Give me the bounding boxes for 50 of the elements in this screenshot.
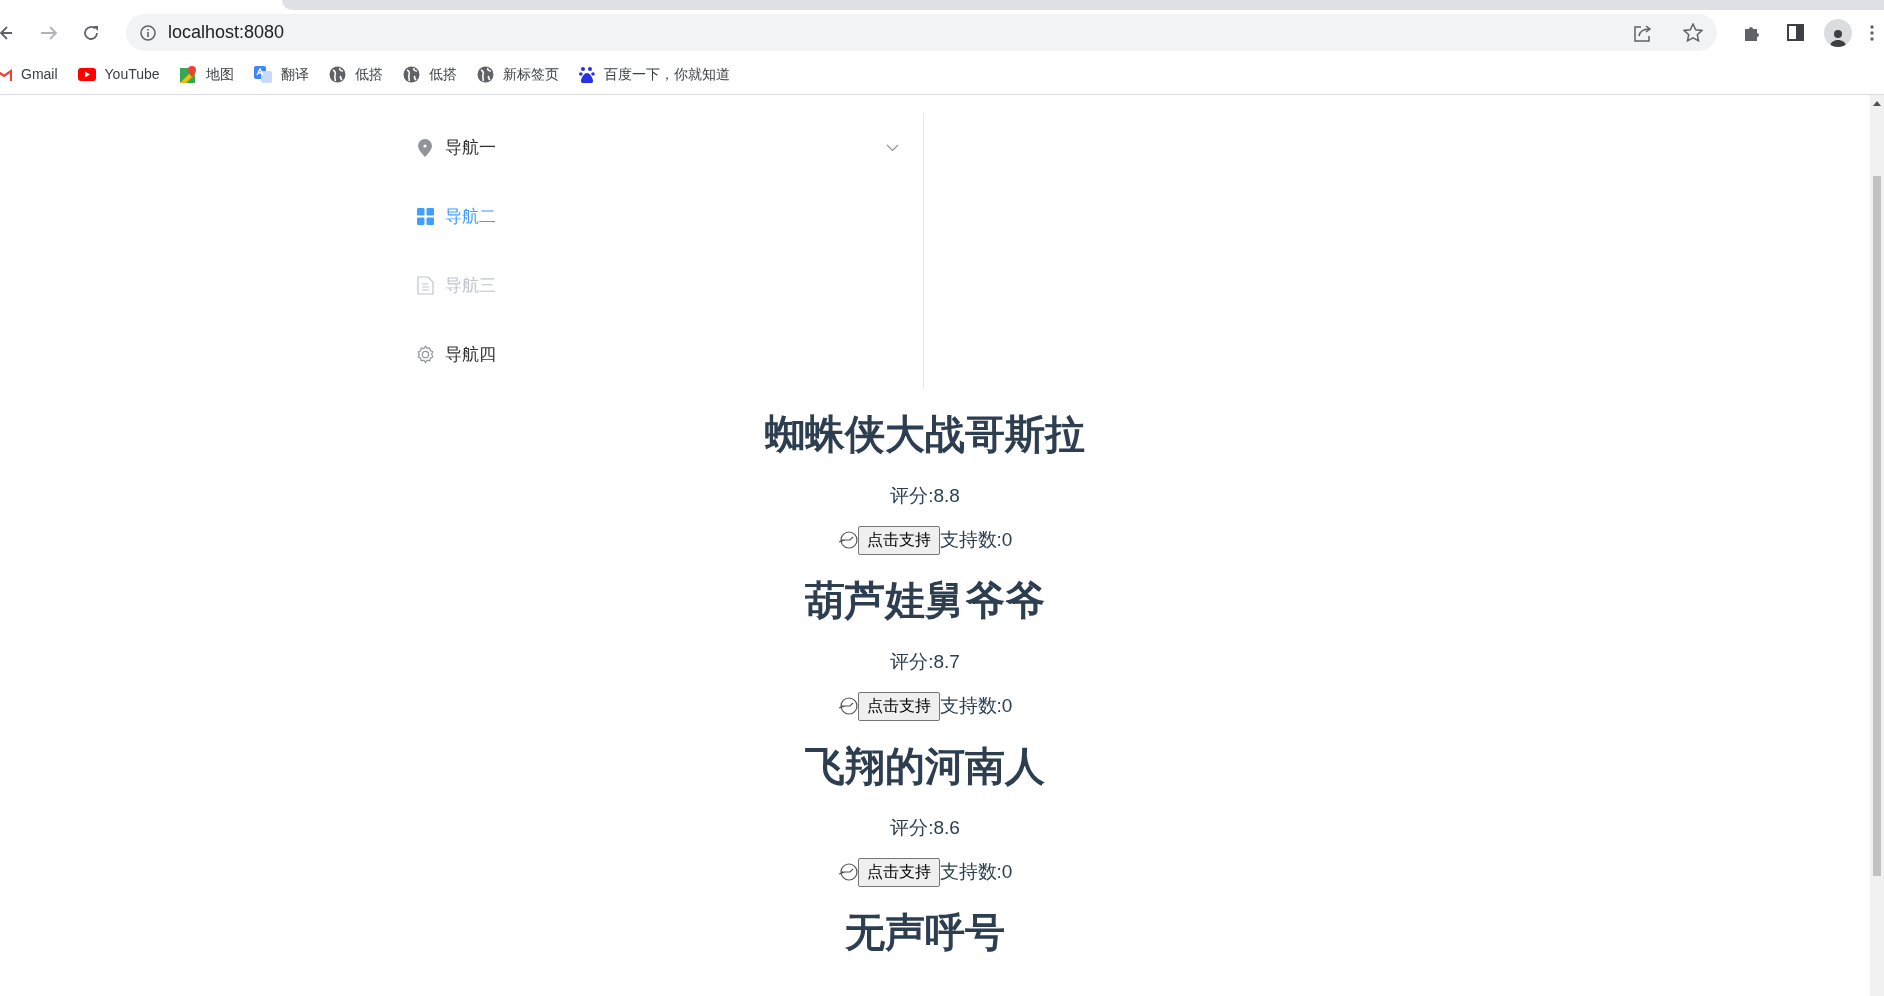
bookmark[interactable]: 低搭 bbox=[402, 64, 457, 85]
reload-icon[interactable] bbox=[82, 23, 100, 42]
menu-icon[interactable] bbox=[1870, 24, 1874, 41]
bookmark[interactable]: 翻译 bbox=[253, 64, 309, 85]
side-panel-icon[interactable] bbox=[1787, 24, 1804, 41]
broken-image-icon bbox=[837, 530, 858, 550]
bookmark[interactable]: 新标签页 bbox=[476, 64, 559, 85]
bookmark[interactable]: YouTube bbox=[77, 64, 160, 85]
location-pin-icon bbox=[417, 138, 433, 157]
bookmark[interactable]: 低搭 bbox=[328, 64, 383, 85]
movie-title: 葫芦娃舅爷爷 bbox=[805, 577, 1045, 623]
bookmark[interactable]: Gmail bbox=[0, 64, 58, 85]
support-button[interactable]: 点击支持 bbox=[857, 857, 940, 887]
mail-icon bbox=[0, 68, 12, 81]
translate-icon bbox=[253, 66, 272, 83]
globe-icon bbox=[328, 66, 346, 83]
broken-image-icon bbox=[837, 862, 858, 882]
support-button[interactable]: 点击支持 bbox=[857, 525, 940, 555]
support-count: 支持数:0 bbox=[939, 527, 1013, 552]
document-icon bbox=[416, 276, 434, 295]
grid-icon bbox=[416, 208, 434, 225]
rating-text: 评分:8.6 bbox=[890, 817, 960, 839]
menu-item[interactable]: 导航一 bbox=[400, 113, 923, 182]
broken-image-icon bbox=[837, 696, 858, 716]
rating-text: 评分:8.7 bbox=[890, 651, 960, 673]
support-count: 支持数:0 bbox=[939, 693, 1013, 718]
share-icon[interactable] bbox=[1633, 23, 1653, 42]
back-icon[interactable] bbox=[0, 24, 12, 41]
rating-text: 评分:8.8 bbox=[890, 485, 960, 507]
movie-title: 无声呼号 bbox=[845, 909, 1005, 955]
profile-avatar[interactable] bbox=[1824, 18, 1852, 47]
scroll-up-icon[interactable] bbox=[1873, 100, 1881, 106]
scrollbar[interactable] bbox=[1870, 95, 1884, 996]
url-text: localhost:8080 bbox=[168, 21, 286, 44]
globe-icon bbox=[476, 66, 494, 83]
movie-title: 飞翔的河南人 bbox=[805, 743, 1045, 789]
bookmark[interactable]: 地图 bbox=[179, 64, 234, 85]
star-icon[interactable] bbox=[1683, 23, 1703, 42]
settings-icon bbox=[415, 345, 435, 364]
map-icon bbox=[179, 66, 197, 83]
support-button[interactable]: 点击支持 bbox=[857, 691, 940, 721]
address-bar[interactable]: localhost:8080 bbox=[126, 14, 1717, 51]
play-icon bbox=[77, 68, 96, 81]
paw-icon bbox=[578, 66, 595, 83]
menu-item[interactable]: 导航四 bbox=[400, 320, 923, 389]
support-count: 支持数:0 bbox=[939, 859, 1013, 884]
globe-icon bbox=[402, 66, 420, 83]
info-icon[interactable] bbox=[140, 24, 156, 41]
movie-title: 蜘蛛侠大战哥斯拉 bbox=[765, 411, 1085, 457]
bookmark[interactable]: 百度一下，你就知道 bbox=[578, 64, 730, 85]
